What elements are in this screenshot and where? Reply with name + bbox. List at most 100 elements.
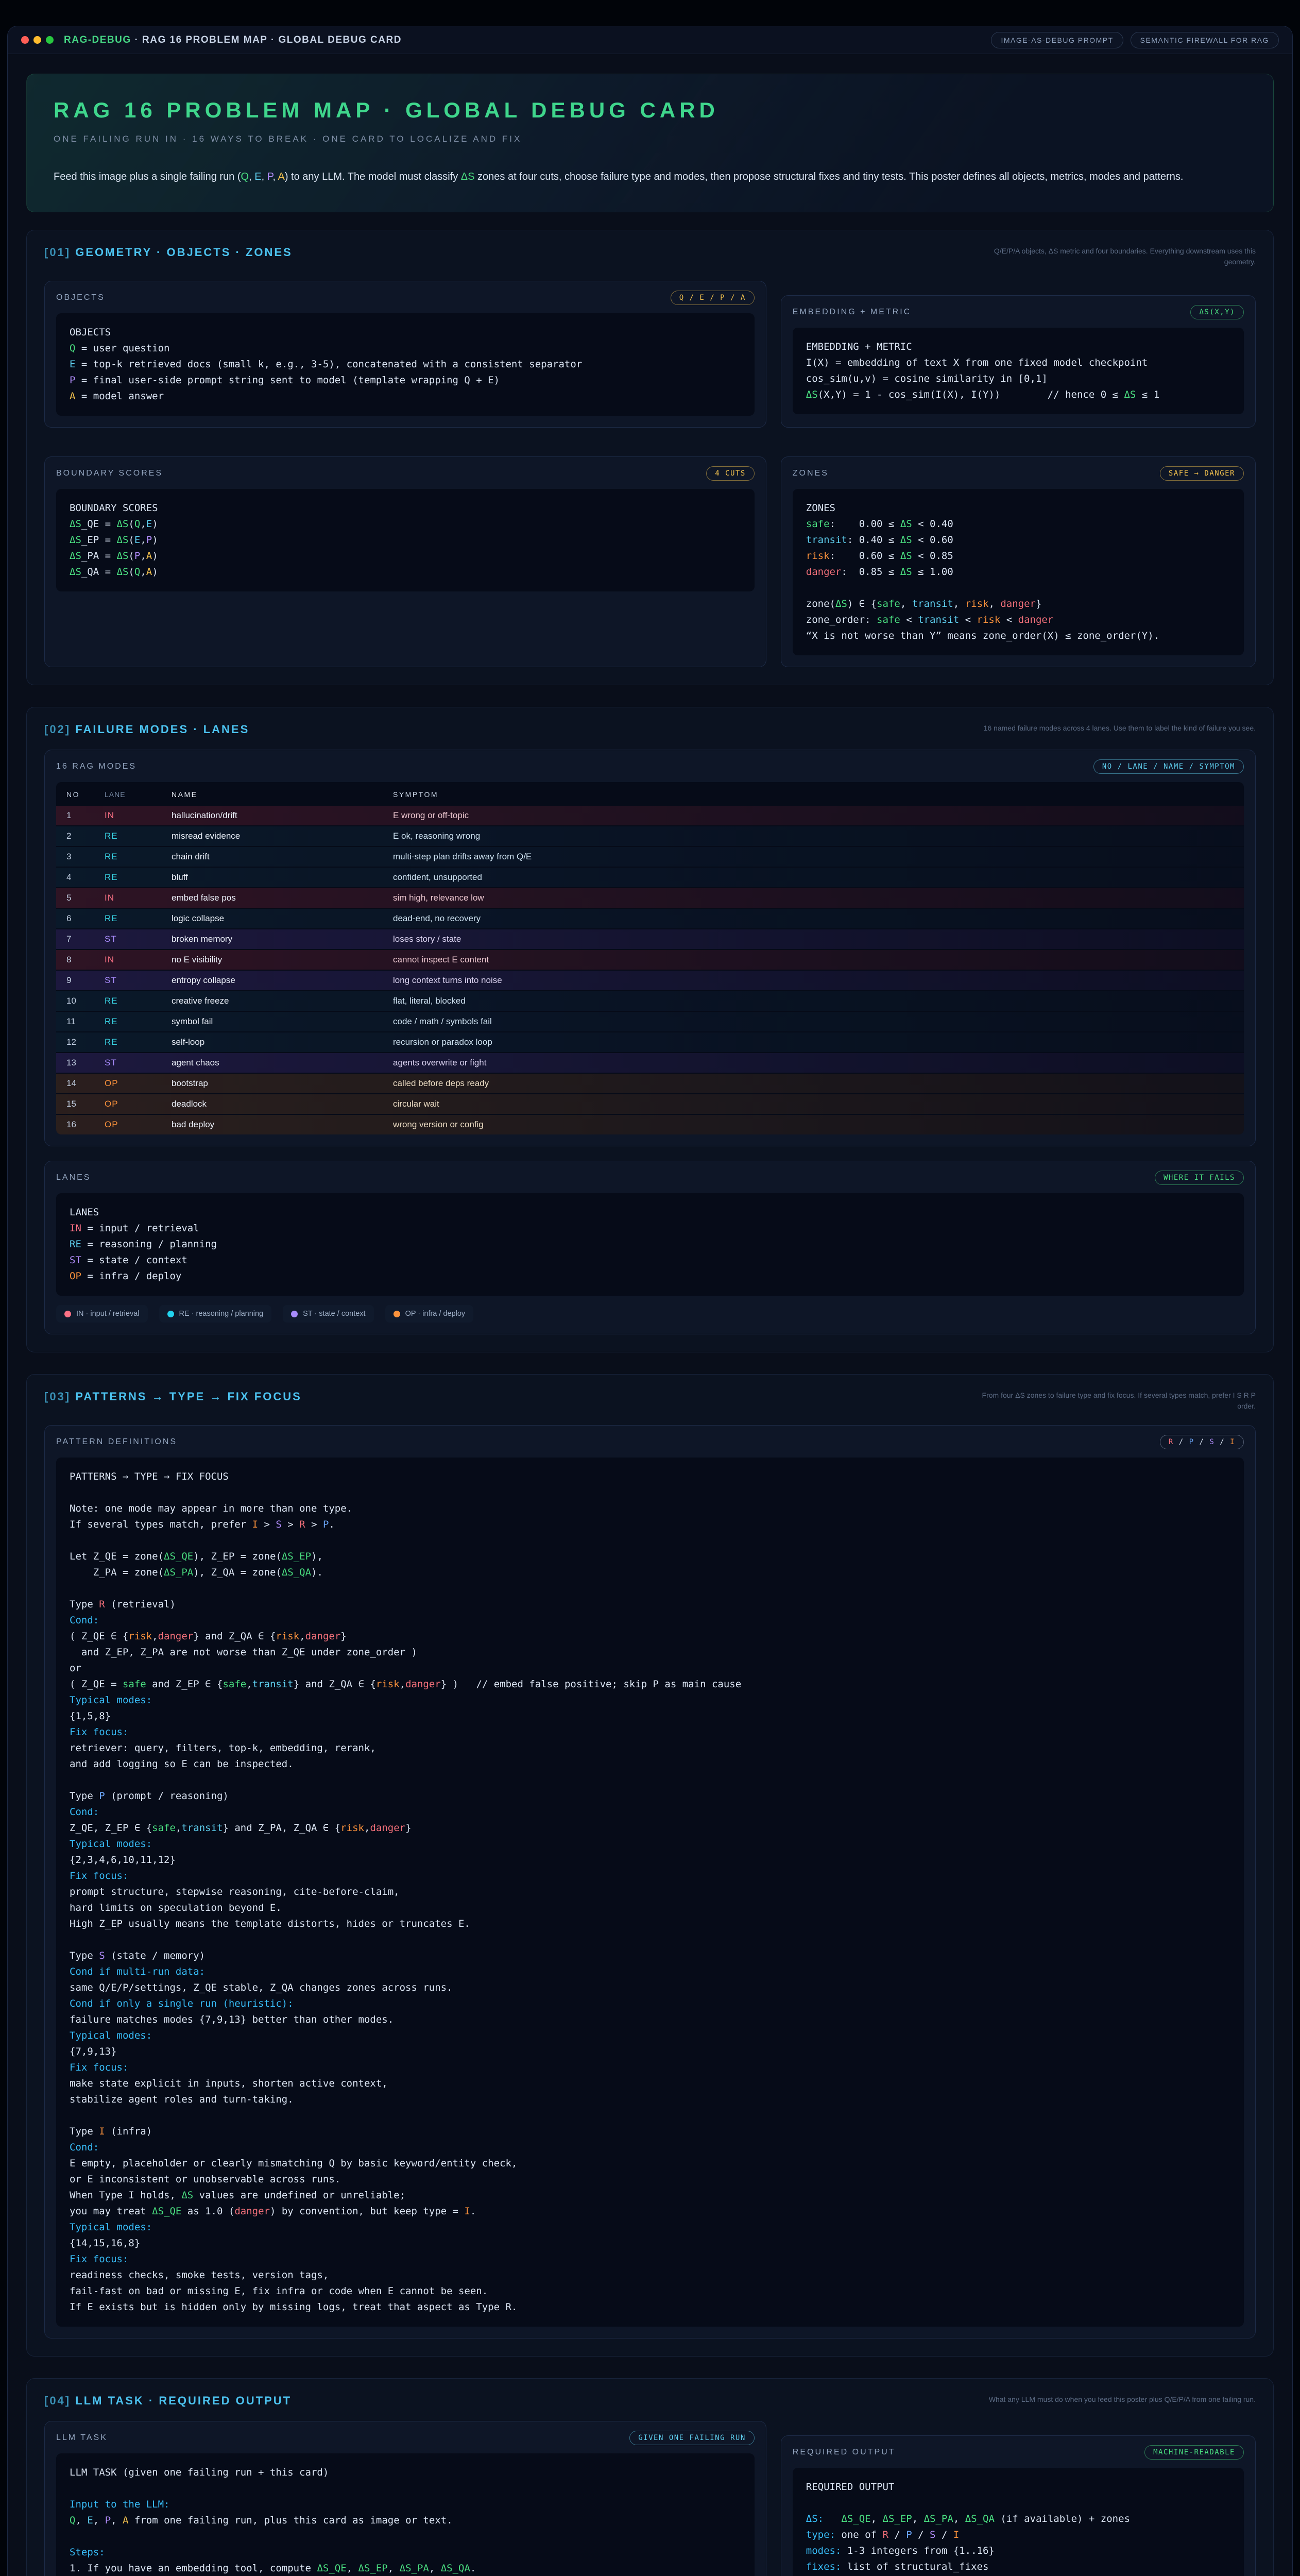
lane-legend-chip-RE: RE · reasoning / planning [159, 1305, 272, 1323]
code-line: “X is not worse than Y” means zone_order… [806, 628, 1230, 644]
debug-card-window: RAG-DEBUG · RAG 16 PROBLEM MAP · GLOBAL … [7, 26, 1293, 2576]
code-line: Type S (state / memory) [70, 1948, 1230, 1964]
code-line: REQUIRED OUTPUT [806, 2479, 1230, 2495]
section-04-note: What any LLM must do when you feed this … [989, 2394, 1256, 2405]
mode-8-name: no E visibility [161, 950, 383, 970]
mode-10-symptom: flat, literal, blocked [383, 991, 1244, 1011]
image-as-debug-prompt-pill[interactable]: IMAGE-AS-DEBUG PROMPT [991, 32, 1123, 48]
mode-row-14: 14OPbootstrapcalled before deps ready [56, 1073, 1244, 1094]
code-line: Let Z_QE = zone(ΔS_QE), Z_EP = zone(ΔS_E… [70, 1549, 1230, 1565]
code-line: make state explicit in inputs, shorten a… [70, 2076, 1230, 2092]
code-line: type: one of R / P / S / I [806, 2527, 1230, 2543]
mode-7-lane: ST [94, 929, 161, 950]
mode-15-no: 15 [56, 1094, 94, 1114]
semantic-firewall-pill[interactable]: SEMANTIC FIREWALL FOR RAG [1131, 32, 1279, 48]
code-line: Z_PA = zone(ΔS_PA), Z_QA = zone(ΔS_QA). [70, 1565, 1230, 1581]
page-subtitle: ONE FAILING RUN IN · 16 WAYS TO BREAK · … [54, 134, 1246, 144]
col-header-no: NO [56, 782, 94, 805]
window-close-icon[interactable] [21, 36, 29, 44]
modes-table: NO LANE NAME SYMPTOM 1INhallucination/dr… [56, 782, 1244, 1134]
mode-2-symptom: E ok, reasoning wrong [383, 826, 1244, 846]
mode-16-lane: OP [94, 1114, 161, 1134]
code-line: and Z_EP, Z_PA are not worse than Z_QE u… [70, 1645, 1230, 1660]
code-line: 1. If you have an embedding tool, comput… [70, 2561, 741, 2576]
code-line: P = final user-side prompt string sent t… [70, 372, 741, 388]
code-line: Q = user question [70, 341, 741, 357]
boundary-badge: 4 CUTS [706, 466, 755, 481]
code-line: you may treat ΔS_QE as 1.0 (danger) by c… [70, 2204, 1230, 2219]
mode-7-no: 7 [56, 929, 94, 950]
section-04-title: [04] LLM TASK · REQUIRED OUTPUT [44, 2394, 292, 2408]
code-line: cos_sim(u,v) = cosine similarity in [0,1… [806, 371, 1230, 387]
code-line: RE = reasoning / planning [70, 1236, 1230, 1252]
code-line: ΔS_EP = ΔS(E,P) [70, 532, 741, 548]
section-llm-task: [04] LLM TASK · REQUIRED OUTPUT What any… [26, 2378, 1274, 2576]
embedding-badge: ΔS(X,Y) [1190, 305, 1244, 319]
section-02-note: 16 named failure modes across 4 lanes. U… [984, 723, 1256, 734]
llm-task-code-block: LLM TASK (given one failing run + this c… [56, 2453, 755, 2576]
hero-banner: RAG 16 PROBLEM MAP · GLOBAL DEBUG CARD O… [26, 74, 1274, 212]
mode-12-no: 12 [56, 1032, 94, 1053]
code-line: zone_order: safe < transit < risk < dang… [806, 612, 1230, 628]
section-01-title: [01] GEOMETRY · OBJECTS · ZONES [44, 246, 293, 259]
window-title-brand: RAG-DEBUG [64, 35, 131, 45]
code-line: OBJECTS [70, 325, 741, 341]
mode-4-lane: RE [94, 867, 161, 888]
code-line: modes: 1-3 integers from {1..16} [806, 2543, 1230, 2559]
required-output-panel-label: REQUIRED OUTPUT [793, 2448, 896, 2457]
lanes-badge: WHERE IT FAILS [1155, 1171, 1244, 1185]
code-line: If several types match, prefer I > S > R… [70, 1517, 1230, 1533]
mode-row-1: 1INhallucination/driftE wrong or off-top… [56, 805, 1244, 826]
section-geometry: [01] GEOMETRY · OBJECTS · ZONES Q/E/P/A … [26, 230, 1274, 685]
mode-11-symptom: code / math / symbols fail [383, 1011, 1244, 1032]
section-patterns: [03] PATTERNS → TYPE → FIX FOCUS From fo… [26, 1374, 1274, 2357]
mode-9-no: 9 [56, 970, 94, 991]
code-line: ΔS(X,Y) = 1 - cos_sim(I(X), I(Y)) // hen… [806, 387, 1230, 403]
mode-13-lane: ST [94, 1053, 161, 1073]
code-line: Q, E, P, A from one failing run, plus th… [70, 2513, 741, 2529]
objects-code-block: OBJECTSQ = user questionE = top-k retrie… [56, 313, 755, 416]
mode-15-lane: OP [94, 1094, 161, 1114]
mode-row-3: 3REchain driftmulti-step plan drifts awa… [56, 846, 1244, 867]
lanes-legend: IN · input / retrievalRE · reasoning / p… [56, 1305, 1244, 1323]
mode-9-lane: ST [94, 970, 161, 991]
llm-task-badge: GIVEN ONE FAILING RUN [629, 2431, 755, 2445]
mode-1-no: 1 [56, 805, 94, 826]
code-line [70, 1533, 1230, 1549]
code-line: {14,15,16,8} [70, 2235, 1230, 2251]
window-maximize-icon[interactable] [46, 36, 54, 44]
code-line: hard limits on speculation beyond E. [70, 1900, 1230, 1916]
lane-dot-icon [291, 1311, 298, 1317]
boundary-panel-label: BOUNDARY SCORES [56, 469, 163, 478]
lane-legend-label: OP · infra / deploy [405, 1310, 466, 1318]
mode-row-15: 15OPdeadlockcircular wait [56, 1094, 1244, 1114]
mode-row-5: 5INembed false possim high, relevance lo… [56, 888, 1244, 908]
lane-dot-icon [394, 1311, 400, 1317]
mode-11-no: 11 [56, 1011, 94, 1032]
code-line [70, 2481, 741, 2497]
code-line: or E inconsistent or unobservable across… [70, 2172, 1230, 2188]
code-line: or [70, 1660, 1230, 1676]
boundary-scores-panel: BOUNDARY SCORES 4 CUTS BOUNDARY SCORESΔS… [44, 456, 766, 667]
code-line: ( Z_QE ∈ {risk,danger} and Z_QA ∈ {risk,… [70, 1629, 1230, 1645]
mode-12-lane: RE [94, 1032, 161, 1053]
mode-12-symptom: recursion or paradox loop [383, 1032, 1244, 1053]
mode-16-name: bad deploy [161, 1114, 383, 1134]
mode-2-no: 2 [56, 826, 94, 846]
mode-13-symptom: agents overwrite or fight [383, 1053, 1244, 1073]
code-line: E = top-k retrieved docs (small k, e.g.,… [70, 357, 741, 372]
mode-10-lane: RE [94, 991, 161, 1011]
mode-row-12: 12REself-looprecursion or paradox loop [56, 1032, 1244, 1053]
code-line: ΔS_QE = ΔS(Q,E) [70, 516, 741, 532]
mode-row-11: 11REsymbol failcode / math / symbols fai… [56, 1011, 1244, 1032]
mode-14-lane: OP [94, 1073, 161, 1094]
code-line: Fix focus: [70, 1724, 1230, 1740]
code-line: fail-fast on bad or missing E, fix infra… [70, 2283, 1230, 2299]
mode-4-no: 4 [56, 867, 94, 888]
mode-10-no: 10 [56, 991, 94, 1011]
window-minimize-icon[interactable] [33, 36, 41, 44]
objects-panel: OBJECTS Q / E / P / A OBJECTSQ = user qu… [44, 281, 766, 428]
objects-badge: Q / E / P / A [671, 291, 755, 305]
code-line: Cond: [70, 2140, 1230, 2156]
modes-table-container: NO LANE NAME SYMPTOM 1INhallucination/dr… [56, 782, 1244, 1134]
